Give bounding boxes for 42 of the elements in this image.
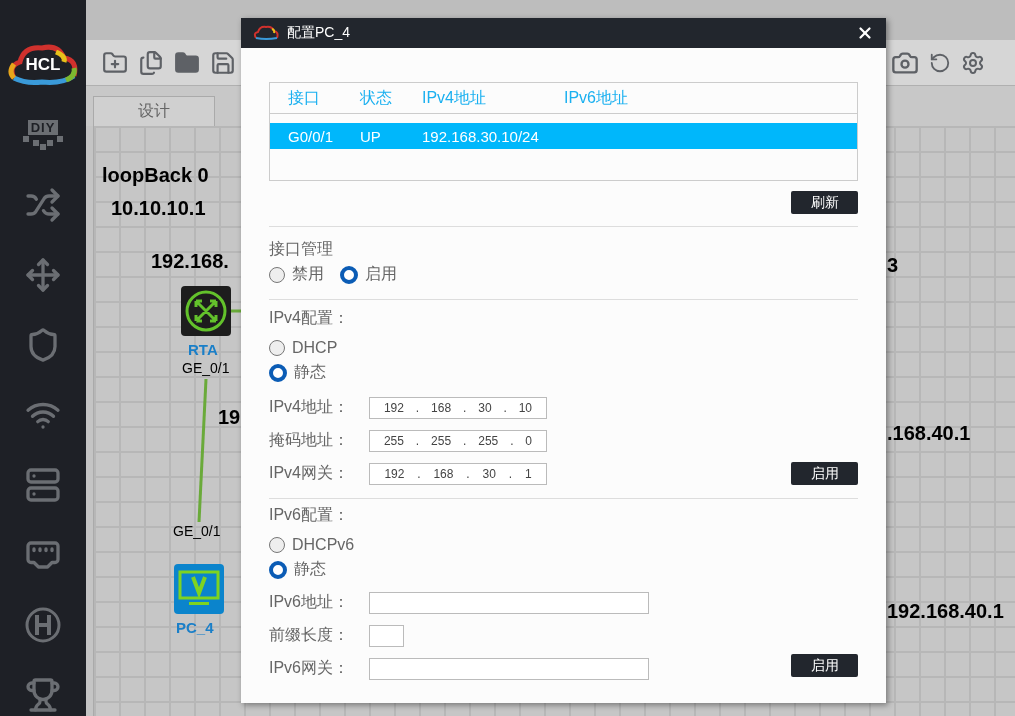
column-header: 接口 (288, 87, 321, 108)
radio-option[interactable]: 静态 (269, 362, 326, 383)
address-label: 10.10.10.1 (111, 197, 206, 220)
hcl-logo: HCL (6, 42, 80, 88)
apply-button[interactable]: 启用 (791, 462, 858, 485)
field-label: 前缀长度： (269, 625, 350, 645)
address-label: 3 (887, 254, 899, 277)
address-label: 192.168. (151, 250, 229, 273)
radio-option[interactable]: DHCP (269, 338, 338, 357)
address-label: .168.40.1 (887, 422, 971, 445)
port-label: GE_0/1 (173, 523, 221, 539)
field-label: IPv4地址： (269, 397, 350, 417)
table-cell-text: G0/0/1 (288, 127, 335, 145)
port-label: GE_0/1 (182, 360, 230, 376)
table-cell-text: 192.168.30.10/24 (422, 127, 540, 145)
tab[interactable]: 设计 (93, 96, 215, 126)
column-header: 状态 (360, 87, 393, 108)
ip-address-field[interactable]: 255 . 255 . 255 . 0 (369, 429, 547, 452)
column-header: IPv4地址 (422, 87, 487, 108)
address-label: loopBack 0 (102, 164, 209, 187)
refresh-button[interactable]: 刷新 (791, 191, 858, 214)
field-label: IPv6网关： (269, 658, 350, 678)
dialog-title: 配置PC_4 (287, 24, 352, 42)
section-label: IPv6配置： (269, 505, 350, 525)
radio-option[interactable]: 静态 (269, 559, 326, 580)
radio-option[interactable]: 禁用 (269, 264, 324, 285)
apply-button[interactable]: 启用 (791, 654, 858, 677)
device-name: RTA (188, 341, 218, 358)
section-label: IPv4配置： (269, 308, 350, 328)
field-label: 掩码地址： (269, 430, 350, 450)
address-label: 192.168.40.1 (887, 600, 1004, 623)
radio-option[interactable]: 启用 (340, 264, 397, 285)
ip-address-field[interactable]: 192 . 168 . 30 . 1 (369, 462, 547, 485)
column-header: IPv6地址 (564, 87, 629, 108)
radio-option[interactable]: DHCPv6 (269, 535, 355, 554)
device-name: PC_4 (176, 619, 214, 636)
field-label: IPv4网关： (269, 463, 350, 483)
ip-address-field[interactable]: 192 . 168 . 30 . 10 (369, 396, 547, 419)
table-cell-text: UP (360, 127, 382, 145)
section-label: 接口管理 (269, 239, 334, 259)
address-label: 19 (218, 406, 241, 429)
field-label: IPv6地址： (269, 592, 350, 612)
